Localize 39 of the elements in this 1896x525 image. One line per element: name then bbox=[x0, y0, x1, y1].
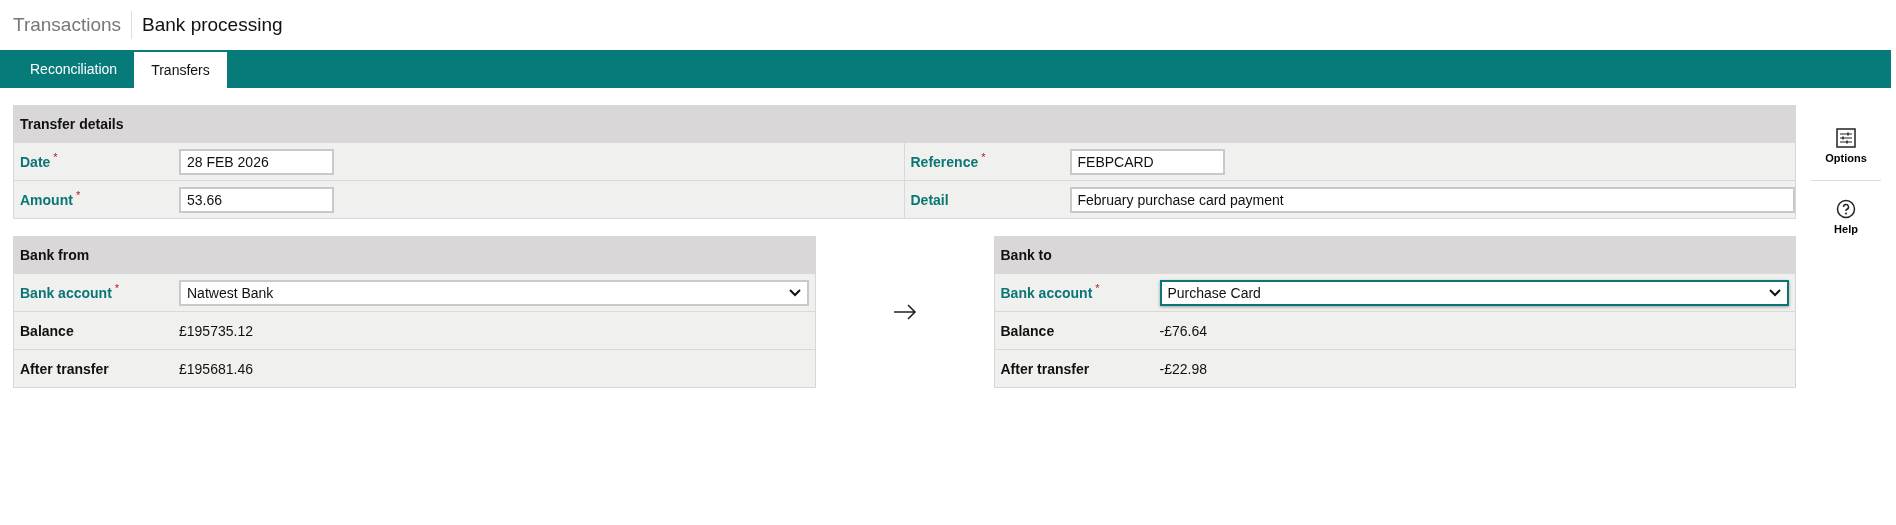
text-field[interactable]: 28 FEB 2026 bbox=[179, 148, 334, 175]
field-label: Reference bbox=[910, 153, 979, 170]
account-dropdown[interactable]: Natwest Bank bbox=[179, 279, 809, 306]
panel-header: Transfer details bbox=[14, 106, 1795, 142]
field-label: Amount bbox=[20, 191, 73, 208]
help-icon bbox=[1836, 199, 1856, 219]
required-mark: * bbox=[53, 150, 58, 163]
panel-header: Bank to bbox=[994, 237, 1795, 273]
panel-header: Bank from bbox=[14, 237, 815, 273]
field-label: Bank account bbox=[20, 284, 112, 301]
text-field[interactable]: FEBPCARD bbox=[1069, 148, 1225, 175]
field-label: Detail bbox=[910, 191, 949, 208]
account-dropdown[interactable]: Purchase Card bbox=[1159, 279, 1789, 306]
row-label: Balance bbox=[20, 322, 74, 339]
breadcrumb-link[interactable]: Transactions bbox=[13, 11, 133, 39]
field-label: Date bbox=[20, 153, 51, 170]
chevron-down-icon bbox=[788, 288, 801, 297]
help-button[interactable]: Help bbox=[1824, 193, 1868, 241]
required-mark: * bbox=[1095, 281, 1100, 294]
field-label: Bank account bbox=[1000, 284, 1093, 301]
row-label: After transfer bbox=[20, 360, 109, 377]
amount-value: -£22.98 bbox=[1159, 360, 1207, 377]
tab[interactable]: Transfers bbox=[134, 52, 227, 88]
amount-value: £195735.12 bbox=[179, 322, 253, 339]
text-field[interactable]: 53.66 bbox=[179, 186, 334, 213]
tab[interactable]: Reconciliation bbox=[13, 50, 135, 88]
chevron-down-icon bbox=[1769, 288, 1781, 297]
amount-value: £195681.46 bbox=[179, 360, 253, 377]
required-mark: * bbox=[114, 281, 120, 294]
row-label: Balance bbox=[1000, 322, 1055, 339]
required-mark: * bbox=[981, 150, 986, 163]
sliders-icon bbox=[1836, 128, 1856, 148]
row-label: After transfer bbox=[1000, 360, 1090, 377]
options-button[interactable]: Options bbox=[1815, 122, 1877, 170]
arrow-right-icon bbox=[892, 304, 917, 320]
page-title: Bank processing bbox=[141, 14, 283, 36]
text-field[interactable]: February purchase card payment bbox=[1069, 186, 1795, 213]
amount-value: -£76.64 bbox=[1159, 322, 1207, 339]
required-mark: * bbox=[75, 188, 81, 201]
